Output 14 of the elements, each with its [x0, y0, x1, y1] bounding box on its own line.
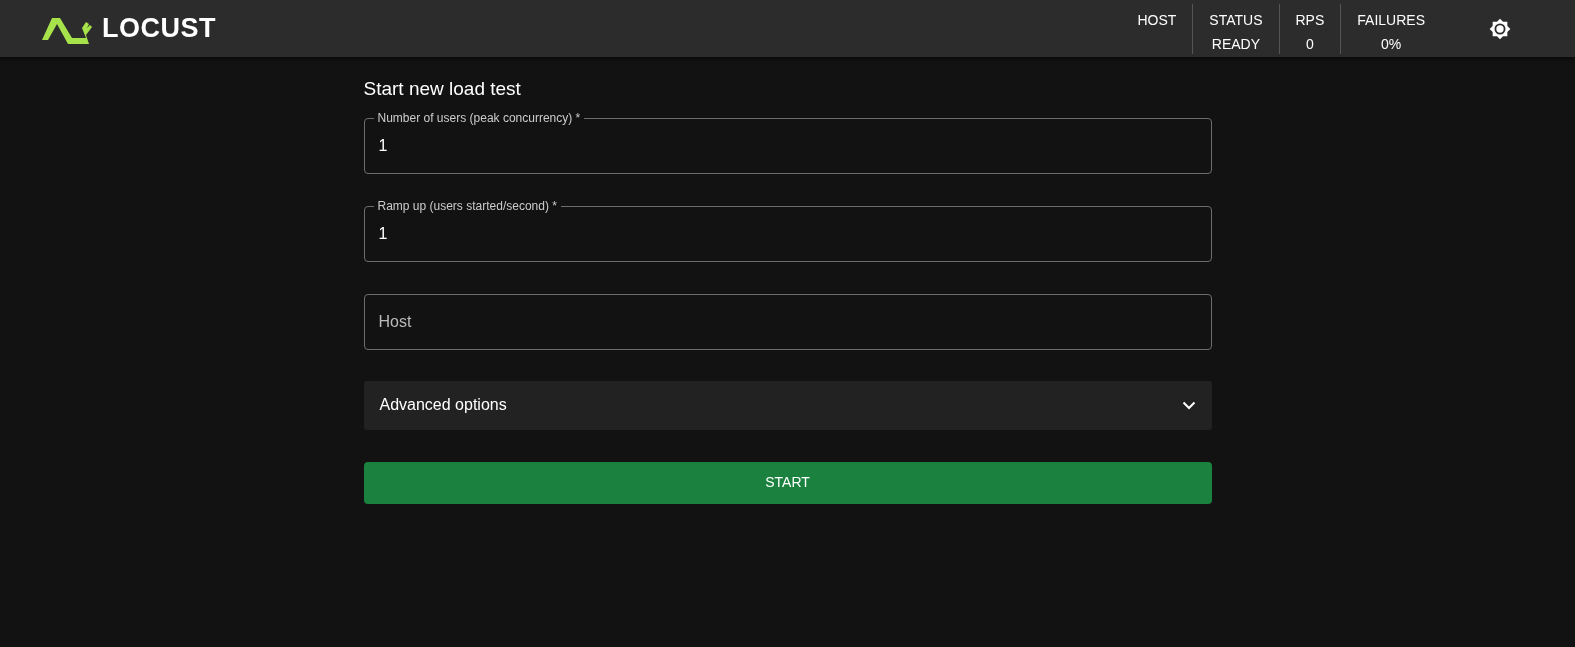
stat-value: 0: [1305, 34, 1315, 54]
start-button[interactable]: START: [363, 461, 1212, 504]
stat-label: HOST: [1137, 10, 1177, 30]
chevron-icon: [1181, 400, 1196, 410]
stat-label: RPS: [1295, 10, 1325, 30]
theme-toggle-icon[interactable]: [1489, 16, 1511, 41]
input-field[interactable]: Host: [363, 293, 1212, 350]
form-title: Start new load test: [363, 77, 522, 101]
stat-value: 0%: [1380, 34, 1403, 54]
stat-label: FAILURES: [1357, 10, 1425, 30]
stat-value: READY: [1210, 34, 1262, 54]
brand-name: LOCUST: [102, 12, 216, 46]
advanced-options-toggle[interactable]: Advanced options: [363, 380, 1212, 430]
stat-label: STATUS: [1209, 10, 1263, 30]
